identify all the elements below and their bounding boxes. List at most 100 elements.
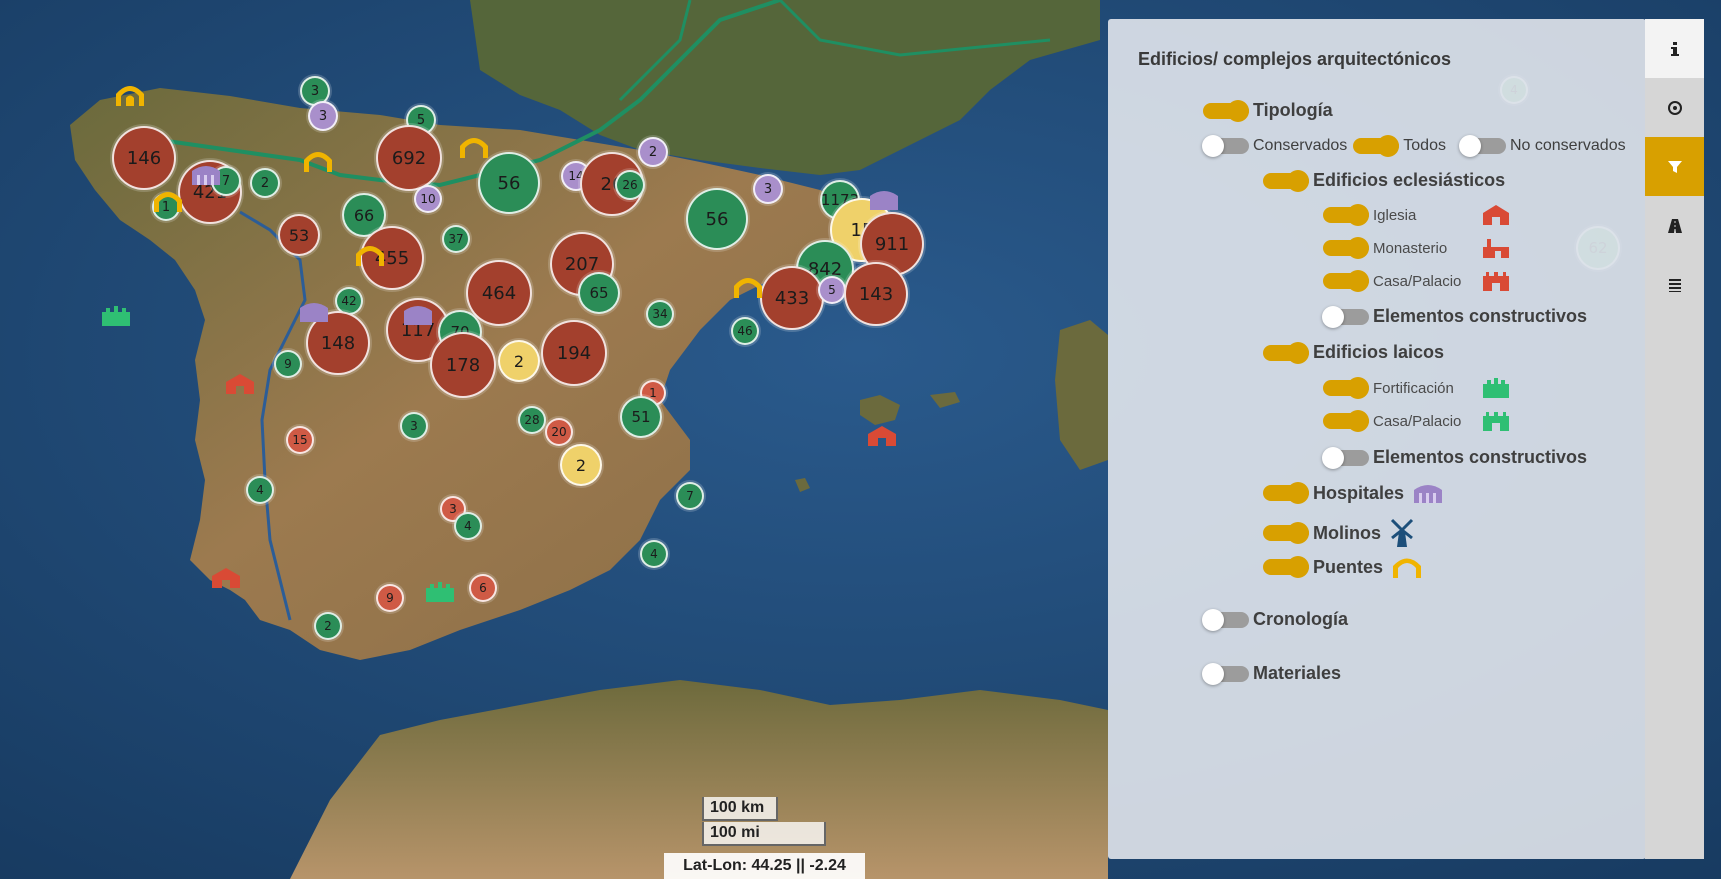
label-iglesia: Iglesia	[1373, 206, 1417, 224]
fortification-icon	[1483, 378, 1509, 398]
map-cluster[interactable]: 2	[498, 340, 540, 382]
map-cluster[interactable]: 56	[686, 188, 748, 250]
map-cluster[interactable]: 2	[638, 137, 668, 167]
map-cluster[interactable]: 20	[545, 418, 573, 446]
filter-conservacion[interactable]: Conservados Todos No conservados	[1202, 135, 1626, 157]
toggle-hospitales[interactable]	[1263, 482, 1309, 504]
toggle-todos[interactable]	[1353, 135, 1400, 157]
map-cluster[interactable]: 2	[560, 444, 602, 486]
toggle-puentes[interactable]	[1263, 556, 1309, 578]
tab-location[interactable]	[1645, 78, 1704, 137]
toggle-casa-palacio-2[interactable]	[1323, 410, 1369, 432]
filter-laicos[interactable]: Edificios laicos	[1263, 341, 1444, 364]
filter-casa-palacio-laico[interactable]: Casa/Palacio	[1323, 410, 1511, 432]
toggle-monasterio[interactable]	[1323, 237, 1369, 259]
church-icon[interactable]	[224, 372, 256, 396]
windmill-icon	[1390, 518, 1414, 547]
church-icon[interactable]	[210, 566, 242, 590]
filter-tipologia[interactable]: Tipología	[1203, 99, 1333, 122]
map-cluster[interactable]: 178	[430, 332, 496, 398]
hospital-icon[interactable]	[298, 300, 330, 324]
filter-elementos-eclesiasticos[interactable]: Elementos constructivos	[1322, 305, 1587, 328]
toggle-cronologia[interactable]	[1202, 608, 1249, 631]
church-icon[interactable]	[866, 424, 898, 448]
bridge-icon[interactable]	[354, 242, 386, 268]
map-cluster[interactable]: 51	[620, 396, 662, 438]
label-materiales: Materiales	[1253, 663, 1342, 683]
bridge-icon[interactable]	[114, 82, 146, 108]
map-cluster[interactable]: 146	[112, 126, 176, 190]
hospital-icon[interactable]	[190, 163, 222, 187]
filter-cronologia[interactable]: Cronología	[1202, 608, 1348, 631]
tab-info[interactable]	[1645, 19, 1704, 78]
fortification-icon[interactable]	[424, 580, 456, 604]
map-cluster[interactable]: 15	[286, 426, 314, 454]
label-eclesiasticos: Edificios eclesiásticos	[1313, 170, 1506, 190]
tab-filter[interactable]	[1645, 137, 1704, 196]
filter-materiales[interactable]: Materiales	[1202, 662, 1342, 685]
toggle-molinos[interactable]	[1263, 522, 1309, 544]
scale-bar-mi: 100 mi	[702, 822, 826, 846]
filter-monasterio[interactable]: Monasterio	[1323, 237, 1511, 259]
filter-molinos[interactable]: Molinos	[1263, 518, 1415, 548]
map-cluster[interactable]: 4	[246, 476, 274, 504]
toggle-elementos-1[interactable]	[1322, 305, 1369, 328]
map-cluster[interactable]: 37	[442, 225, 470, 253]
map-cluster[interactable]: 53	[278, 214, 320, 256]
palace-icon	[1483, 272, 1509, 291]
toggle-fortificacion[interactable]	[1323, 377, 1369, 399]
toggle-laicos[interactable]	[1263, 341, 1309, 364]
map-cluster[interactable]: 3	[400, 412, 428, 440]
map-cluster[interactable]: 4	[640, 540, 668, 568]
bridge-icon[interactable]	[152, 188, 184, 214]
filter-iglesia[interactable]: Iglesia	[1323, 204, 1511, 226]
map-cluster[interactable]: 3	[308, 101, 338, 131]
hospital-icon[interactable]	[402, 303, 434, 327]
bridge-icon[interactable]	[732, 274, 764, 300]
toggle-tipologia[interactable]	[1203, 99, 1249, 122]
hospital-icon[interactable]	[868, 188, 900, 212]
map-cluster[interactable]: 433	[760, 266, 824, 330]
map-cluster[interactable]: 7	[676, 482, 704, 510]
toggle-no-conservados[interactable]	[1458, 135, 1506, 157]
church-icon	[1483, 205, 1509, 225]
toggle-iglesia[interactable]	[1323, 204, 1369, 226]
road-icon	[1667, 218, 1682, 233]
fortification-icon[interactable]	[100, 304, 132, 328]
label-casa-palacio-1: Casa/Palacio	[1373, 272, 1462, 290]
toggle-eclesiasticos[interactable]	[1263, 169, 1309, 192]
filter-fortificacion[interactable]: Fortificación	[1323, 377, 1511, 399]
map-cluster[interactable]: 34	[646, 300, 674, 328]
filter-casa-palacio-eclesiastico[interactable]: Casa/Palacio	[1323, 270, 1511, 292]
filter-eclesiasticos[interactable]: Edificios eclesiásticos	[1263, 169, 1506, 192]
bridge-icon[interactable]	[458, 134, 490, 160]
info-icon	[1670, 41, 1679, 56]
filter-puentes[interactable]: Puentes	[1263, 555, 1423, 579]
map-cluster[interactable]: 9	[274, 350, 302, 378]
bridge-icon[interactable]	[302, 148, 334, 174]
map-cluster[interactable]: 4	[454, 512, 482, 540]
tab-layers[interactable]	[1645, 255, 1704, 314]
map-cluster[interactable]: 65	[578, 272, 620, 314]
toggle-casa-palacio-1[interactable]	[1323, 270, 1369, 292]
filter-elementos-laicos[interactable]: Elementos constructivos	[1322, 446, 1587, 469]
map-cluster[interactable]: 56	[478, 152, 540, 214]
map-cluster[interactable]: 2	[250, 168, 280, 198]
tab-routes[interactable]	[1645, 196, 1704, 255]
map-cluster[interactable]: 2	[314, 612, 342, 640]
map-cluster[interactable]: 26	[615, 170, 645, 200]
map-cluster[interactable]: 46	[731, 317, 759, 345]
map-cluster[interactable]: 28	[518, 406, 546, 434]
filter-hospitales[interactable]: Hospitales	[1263, 482, 1444, 504]
toggle-materiales[interactable]	[1202, 662, 1249, 685]
map-cluster[interactable]: 3	[753, 174, 783, 204]
map-cluster[interactable]: 692	[376, 125, 442, 191]
map-cluster[interactable]: 10	[414, 185, 442, 213]
toggle-conservados[interactable]	[1202, 135, 1249, 157]
map-cluster[interactable]: 5	[818, 276, 846, 304]
map-cluster[interactable]: 194	[541, 320, 607, 386]
map-cluster[interactable]: 143	[844, 262, 908, 326]
map-cluster[interactable]: 6	[469, 574, 497, 602]
map-cluster[interactable]: 9	[376, 584, 404, 612]
toggle-elementos-2[interactable]	[1322, 446, 1369, 469]
